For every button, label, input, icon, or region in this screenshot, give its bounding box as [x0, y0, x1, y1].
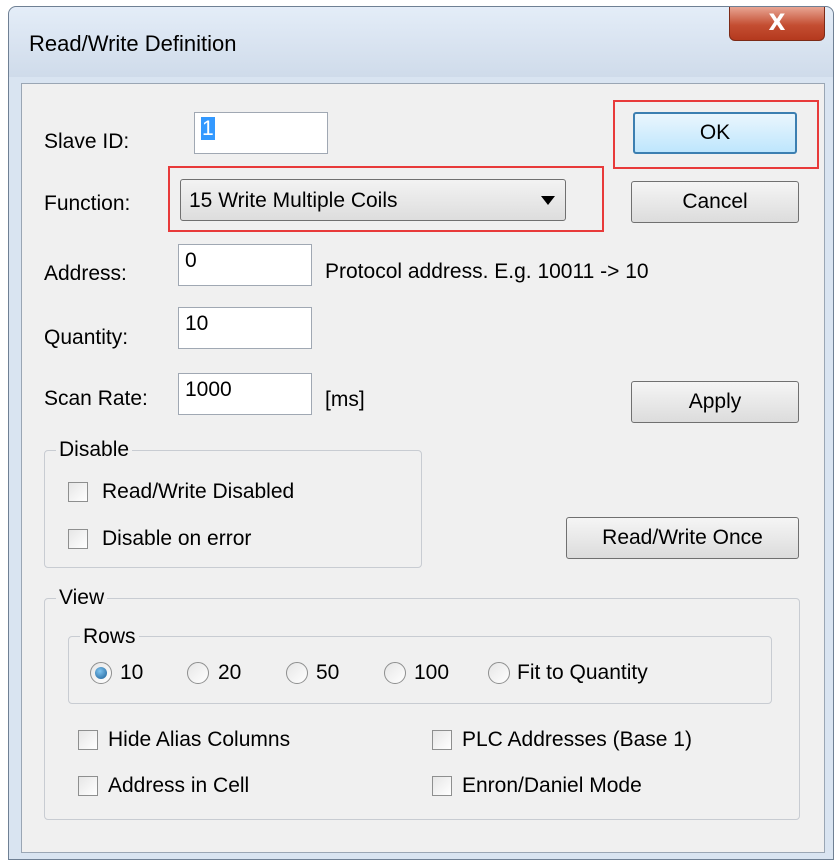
cancel-button[interactable]: Cancel [631, 181, 799, 223]
scan-rate-label: Scan Rate: [44, 387, 148, 410]
rows-100-label: 100 [414, 661, 450, 684]
close-icon: X [768, 11, 786, 36]
read-write-disabled-checkbox[interactable] [68, 482, 88, 502]
function-label: Function: [44, 192, 131, 215]
scan-rate-input[interactable]: 1000 [178, 373, 312, 415]
address-input[interactable]: 0 [178, 244, 312, 286]
enron-daniel-mode-checkbox[interactable] [432, 776, 452, 796]
hide-alias-columns-label: Hide Alias Columns [108, 728, 291, 751]
chevron-down-icon [541, 196, 555, 205]
close-button[interactable]: X [729, 7, 825, 41]
rows-fit-to-quantity-label: Fit to Quantity [517, 661, 648, 684]
rows-50-label: 50 [316, 661, 340, 684]
hide-alias-columns-checkbox[interactable] [78, 730, 98, 750]
enron-daniel-mode-label: Enron/Daniel Mode [462, 774, 642, 797]
radio-selected-dot [95, 667, 107, 679]
rows-group-legend: Rows [80, 625, 139, 649]
read-write-once-button[interactable]: Read/Write Once [566, 517, 799, 559]
address-in-cell-label: Address in Cell [108, 774, 250, 797]
window-title: Read/Write Definition [29, 31, 237, 56]
address-in-cell-checkbox[interactable] [78, 776, 98, 796]
dialog-window: Read/Write Definition X Slave ID: 1 Func… [8, 6, 834, 860]
slave-id-label: Slave ID: [44, 130, 130, 153]
rows-10-radio[interactable] [90, 662, 112, 684]
disable-group-legend: Disable [56, 438, 133, 462]
plc-addresses-checkbox[interactable] [432, 730, 452, 750]
quantity-input[interactable]: 10 [178, 307, 312, 349]
address-label: Address: [44, 262, 127, 285]
quantity-value: 10 [185, 312, 209, 335]
disable-on-error-label: Disable on error [102, 527, 252, 550]
rows-50-radio[interactable] [286, 662, 308, 684]
rows-100-radio[interactable] [384, 662, 406, 684]
ok-button[interactable]: OK [633, 112, 797, 154]
plc-addresses-label: PLC Addresses (Base 1) [462, 728, 692, 751]
scan-rate-value: 1000 [185, 378, 232, 401]
scan-rate-unit: [ms] [325, 388, 365, 411]
rows-20-label: 20 [218, 661, 242, 684]
apply-button[interactable]: Apply [631, 381, 799, 423]
rows-fit-to-quantity-radio[interactable] [488, 662, 510, 684]
view-group-legend: View [56, 586, 108, 610]
dialog-body: Slave ID: 1 Function: 15 Write Multiple … [21, 83, 825, 853]
function-dropdown-value: 15 Write Multiple Coils [189, 189, 398, 212]
rows-20-radio[interactable] [187, 662, 209, 684]
slave-id-input[interactable]: 1 [194, 112, 328, 154]
function-dropdown[interactable]: 15 Write Multiple Coils [180, 179, 566, 221]
address-hint: Protocol address. E.g. 10011 -> 10 [325, 260, 649, 283]
quantity-label: Quantity: [44, 326, 129, 349]
disable-on-error-checkbox[interactable] [68, 529, 88, 549]
read-write-disabled-label: Read/Write Disabled [102, 480, 295, 503]
rows-10-label: 10 [120, 661, 144, 684]
title-bar[interactable]: Read/Write Definition X [9, 7, 833, 77]
address-value: 0 [185, 249, 197, 272]
slave-id-value: 1 [201, 117, 215, 140]
